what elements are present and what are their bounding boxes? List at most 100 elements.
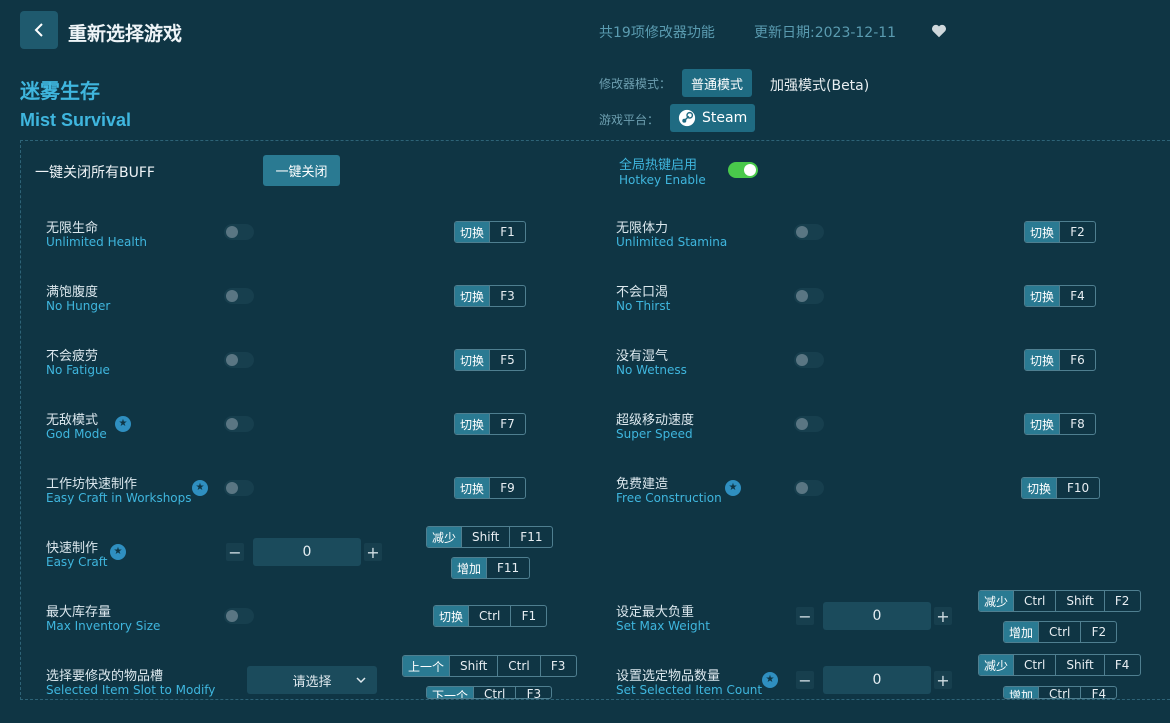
hotkey-no-wetness[interactable]: 切换 F6 (1024, 349, 1097, 371)
hotkey-easy-craft-increase[interactable]: 增加 F11 (451, 557, 531, 579)
hotkey-god-mode[interactable]: 切换 F7 (454, 413, 527, 435)
unlimited-stamina-toggle[interactable] (794, 224, 824, 240)
back-button[interactable] (20, 11, 58, 49)
back-arrow-icon (34, 23, 43, 37)
feature-label-cn: 选择要修改的物品槽 (46, 669, 164, 684)
no-hunger-toggle[interactable] (224, 288, 254, 304)
no-fatigue-toggle[interactable] (224, 352, 254, 368)
super-speed-toggle[interactable] (794, 416, 824, 432)
feature-label-cn: 无限体力 (616, 221, 669, 236)
hotkey-action: 切换 (1025, 414, 1060, 434)
hotkey-free-construction[interactable]: 切换 F10 (1021, 477, 1101, 499)
hotkey-key: F4 (1080, 687, 1116, 698)
feature-label-cn: 快速制作 (46, 541, 99, 556)
steam-platform-button[interactable]: Steam (670, 104, 756, 132)
cheat-panel (20, 140, 1170, 700)
game-name-en: Mist Survival (20, 110, 132, 130)
hotkey-super-speed[interactable]: 切换 F8 (1024, 413, 1097, 435)
hotkey-unlimited-health[interactable]: 切换 F1 (454, 221, 527, 243)
hotkey-max-inventory[interactable]: 切换 Ctrl F1 (433, 605, 548, 627)
hotkey-key: Shift (1055, 655, 1103, 675)
easy-craft-value-input[interactable]: 0 (253, 538, 361, 566)
feature-label-cn: 最大库存量 (46, 605, 112, 620)
feature-label-en: Set Max Weight (616, 619, 710, 633)
hotkey-key: F2 (1080, 622, 1116, 642)
hotkey-key: F11 (509, 527, 552, 547)
hotkey-action: 上一个 (403, 656, 450, 676)
feature-label-en: Max Inventory Size (46, 619, 161, 633)
star-icon: ★ (192, 480, 208, 496)
feature-label-cn: 不会疲劳 (46, 349, 99, 364)
hotkey-no-fatigue[interactable]: 切换 F5 (454, 349, 527, 371)
hotkey-action: 增加 (1004, 687, 1039, 698)
max-weight-value-input[interactable]: 0 (823, 602, 931, 630)
hotkey-action: 切换 (1025, 222, 1060, 242)
close-all-label: 一键关闭所有BUFF (35, 165, 155, 181)
no-wetness-toggle[interactable] (794, 352, 824, 368)
update-date: 更新日期:2023-12-11 (754, 25, 897, 41)
hotkey-no-thirst[interactable]: 切换 F4 (1024, 285, 1097, 307)
item-count-value-input[interactable]: 0 (823, 666, 931, 694)
feature-label-cn: 设定最大负重 (616, 605, 695, 620)
platform-name: Steam (702, 110, 748, 126)
hotkey-key: Ctrl (1013, 655, 1055, 675)
hotkey-key: F8 (1059, 414, 1095, 434)
hotkey-key: Ctrl (1038, 622, 1080, 642)
easy-craft-decrease-button[interactable]: − (226, 543, 244, 562)
item-slot-select[interactable]: 请选择 (247, 666, 377, 694)
hotkey-enable-toggle[interactable] (728, 162, 758, 178)
hotkey-key: F4 (1103, 655, 1140, 675)
hotkey-key: F11 (486, 558, 529, 578)
hotkey-action: 切换 (1025, 286, 1060, 306)
hotkey-key: Ctrl (473, 687, 515, 698)
hotkey-item-slot-next[interactable]: 下一个 Ctrl F3 (426, 686, 553, 699)
easy-craft-workshops-toggle[interactable] (224, 480, 254, 496)
hotkey-unlimited-stamina[interactable]: 切换 F2 (1024, 221, 1097, 243)
hotkey-max-weight-decrease[interactable]: 减少 Ctrl Shift F2 (978, 590, 1141, 612)
no-thirst-toggle[interactable] (794, 288, 824, 304)
feature-count: 共19项修改器功能 (599, 25, 715, 41)
hotkey-item-slot-prev[interactable]: 上一个 Shift Ctrl F3 (402, 655, 577, 677)
hotkey-action: 增加 (452, 558, 487, 578)
max-inventory-toggle[interactable] (224, 608, 254, 624)
god-mode-toggle[interactable] (224, 416, 254, 432)
feature-label-cn: 工作坊快速制作 (46, 477, 138, 492)
feature-label-en: No Wetness (616, 363, 687, 377)
hotkey-key: F3 (489, 286, 525, 306)
hotkey-key: Ctrl (497, 656, 539, 676)
feature-label-cn: 满饱腹度 (46, 285, 99, 300)
max-weight-increase-button[interactable]: + (934, 607, 952, 626)
page-title: 重新选择游戏 (68, 23, 183, 45)
heart-icon[interactable] (930, 22, 948, 40)
hotkey-easy-craft-workshops[interactable]: 切换 F9 (454, 477, 527, 499)
hotkey-no-hunger[interactable]: 切换 F3 (454, 285, 527, 307)
hotkey-action: 切换 (434, 606, 469, 626)
hotkey-key: F3 (539, 656, 576, 676)
hotkey-item-count-increase[interactable]: 增加 Ctrl F4 (1003, 686, 1118, 699)
item-count-increase-button[interactable]: + (934, 671, 952, 690)
hotkey-max-weight-increase[interactable]: 增加 Ctrl F2 (1003, 621, 1118, 643)
enhanced-mode-button[interactable]: 加强模式(Beta) (770, 75, 869, 95)
hotkey-key: F6 (1059, 350, 1095, 370)
hotkey-key: Ctrl (468, 606, 510, 626)
unlimited-health-toggle[interactable] (224, 224, 254, 240)
free-construction-toggle[interactable] (794, 480, 824, 496)
close-all-button[interactable]: 一键关闭 (263, 155, 340, 186)
hotkey-action: 切换 (455, 286, 490, 306)
feature-label-en: Unlimited Stamina (616, 235, 728, 249)
feature-label-en: Free Construction (616, 491, 722, 505)
hotkey-key: Shift (461, 527, 509, 547)
feature-label-en: No Thirst (616, 299, 671, 313)
easy-craft-increase-button[interactable]: + (364, 543, 382, 562)
hotkey-item-count-decrease[interactable]: 减少 Ctrl Shift F4 (978, 654, 1141, 676)
hotkey-easy-craft-decrease[interactable]: 减少 Shift F11 (426, 526, 554, 548)
item-count-decrease-button[interactable]: − (796, 671, 814, 690)
platform-label: 游戏平台： (599, 113, 660, 127)
hotkey-key: F1 (489, 222, 525, 242)
feature-label-en: Unlimited Health (46, 235, 148, 249)
max-weight-decrease-button[interactable]: − (796, 607, 814, 626)
normal-mode-button[interactable]: 普通模式 (682, 69, 753, 97)
feature-label-cn: 不会口渴 (616, 285, 669, 300)
hotkey-key: Ctrl (1038, 687, 1080, 698)
hotkey-action: 下一个 (427, 687, 474, 698)
